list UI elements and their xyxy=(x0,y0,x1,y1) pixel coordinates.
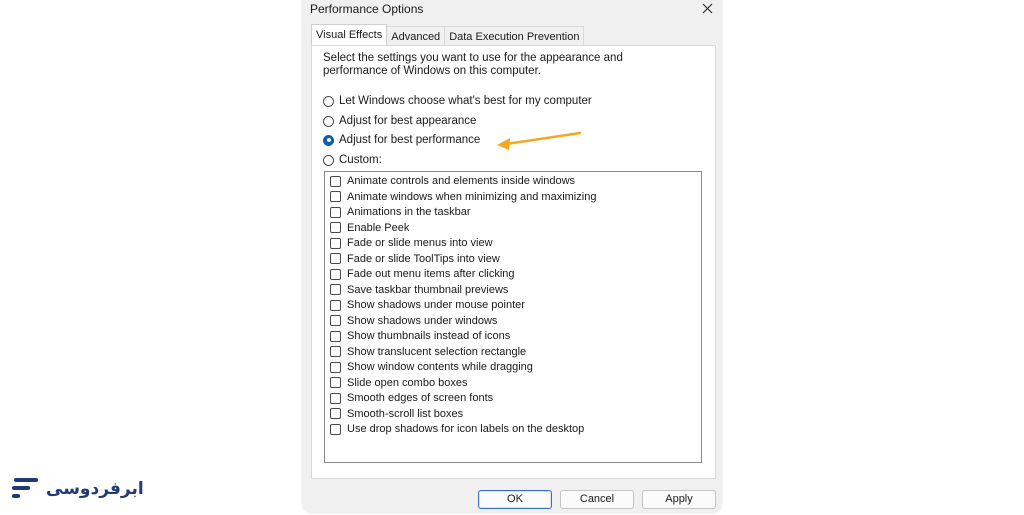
checkbox-label: Show window contents while dragging xyxy=(347,361,533,373)
checkbox-label: Animate controls and elements inside win… xyxy=(347,175,576,187)
list-item[interactable]: Slide open combo boxes xyxy=(330,376,467,390)
checkbox[interactable] xyxy=(330,408,341,419)
checkbox[interactable] xyxy=(330,315,341,326)
custom-effects-list[interactable]: Animate controls and elements inside win… xyxy=(324,171,702,463)
checkbox-label: Animate windows when minimizing and maxi… xyxy=(347,190,597,203)
checkbox[interactable] xyxy=(330,423,341,435)
checkbox-label: Show translucent selection rectangle xyxy=(347,345,527,358)
radio-button[interactable] xyxy=(323,95,334,107)
checkbox[interactable] xyxy=(330,284,341,295)
list-item[interactable]: Show window contents while dragging xyxy=(330,360,533,374)
list-item[interactable]: Show shadows under mouse pointer xyxy=(330,298,525,312)
checkbox[interactable] xyxy=(330,237,341,249)
list-item[interactable]: Show shadows under windows xyxy=(330,314,497,328)
list-item[interactable]: Smooth-scroll list boxes xyxy=(330,407,463,421)
tab-data-execution-prevention[interactable]: Data Execution Prevention xyxy=(444,26,585,45)
list-item[interactable]: Save taskbar thumbnail previews xyxy=(330,283,508,297)
close-icon[interactable] xyxy=(699,0,715,16)
list-item[interactable]: Show thumbnails instead of icons xyxy=(330,329,510,343)
radio-button[interactable] xyxy=(323,154,334,166)
radio-button-selected[interactable] xyxy=(323,134,334,146)
visual-effects-panel: Select the settings you want to use for … xyxy=(311,45,716,479)
radio-label: Adjust for best appearance xyxy=(339,115,477,127)
list-item[interactable]: Smooth edges of screen fonts xyxy=(330,391,493,405)
list-item[interactable]: Animate windows when minimizing and maxi… xyxy=(330,190,596,204)
radio-label: Custom: xyxy=(339,154,382,166)
list-item[interactable]: Show translucent selection rectangle xyxy=(330,345,526,359)
tab-strip: Visual Effects Advanced Data Execution P… xyxy=(311,24,585,46)
checkbox-label: Use drop shadows for icon labels on the … xyxy=(347,423,585,435)
brand-name: ابرفردوسی xyxy=(46,479,144,499)
checkbox-label: Animations in the taskbar xyxy=(347,206,471,218)
panel-description: Select the settings you want to use for … xyxy=(323,52,623,77)
list-item[interactable]: Fade or slide menus into view xyxy=(330,236,493,250)
checkbox-label: Save taskbar thumbnail previews xyxy=(347,283,509,296)
checkbox[interactable] xyxy=(330,330,341,342)
list-item[interactable]: Fade or slide ToolTips into view xyxy=(330,252,500,266)
brand-logo: ابرفردوسی xyxy=(10,474,144,504)
checkbox[interactable] xyxy=(330,299,341,311)
radio-label: Let Windows choose what's best for my co… xyxy=(339,95,592,107)
radio-let-windows-choose[interactable]: Let Windows choose what's best for my co… xyxy=(323,93,592,109)
checkbox-label: Fade or slide menus into view xyxy=(347,237,493,249)
performance-options-dialog: Performance Options Visual Effects Advan… xyxy=(303,0,721,512)
checkbox-label: Smooth edges of screen fonts xyxy=(347,392,494,404)
checkbox-label: Fade out menu items after clicking xyxy=(347,268,515,280)
list-item[interactable]: Use drop shadows for icon labels on the … xyxy=(330,422,584,436)
checkbox[interactable] xyxy=(330,346,341,357)
list-item[interactable]: Fade out menu items after clicking xyxy=(330,267,515,281)
apply-button[interactable]: Apply xyxy=(642,490,716,509)
checkbox[interactable] xyxy=(330,222,341,233)
brand-lines-icon xyxy=(12,478,38,498)
checkbox-label: Show thumbnails instead of icons xyxy=(347,330,511,342)
radio-label: Adjust for best performance xyxy=(339,134,481,146)
radio-button[interactable] xyxy=(323,115,334,127)
tab-visual-effects[interactable]: Visual Effects xyxy=(311,24,388,45)
list-item[interactable]: Animate controls and elements inside win… xyxy=(330,174,575,188)
checkbox-label: Smooth-scroll list boxes xyxy=(347,407,464,420)
radio-best-appearance[interactable]: Adjust for best appearance xyxy=(323,113,476,129)
checkbox[interactable] xyxy=(330,361,341,373)
screenshot-stage: Performance Options Visual Effects Advan… xyxy=(0,0,1024,515)
window-title: Performance Options xyxy=(310,2,424,16)
checkbox-label: Show shadows under windows xyxy=(347,314,498,327)
annotation-arrow-icon xyxy=(497,131,582,150)
checkbox[interactable] xyxy=(330,377,341,388)
checkbox[interactable] xyxy=(330,392,341,404)
checkbox-label: Fade or slide ToolTips into view xyxy=(347,252,500,265)
checkbox[interactable] xyxy=(330,206,341,218)
checkbox-label: Show shadows under mouse pointer xyxy=(347,299,525,311)
checkbox-label: Enable Peek xyxy=(347,221,410,234)
tab-advanced[interactable]: Advanced xyxy=(386,26,446,45)
checkbox[interactable] xyxy=(330,175,341,187)
list-item[interactable]: Enable Peek xyxy=(330,221,409,235)
checkbox[interactable] xyxy=(330,253,341,264)
radio-custom[interactable]: Custom: xyxy=(323,152,382,168)
checkbox[interactable] xyxy=(330,268,341,280)
radio-best-performance[interactable]: Adjust for best performance xyxy=(323,132,480,148)
cancel-button[interactable]: Cancel xyxy=(560,490,634,509)
ok-button[interactable]: OK xyxy=(478,490,552,509)
list-item[interactable]: Animations in the taskbar xyxy=(330,205,471,219)
checkbox[interactable] xyxy=(330,191,341,202)
checkbox-label: Slide open combo boxes xyxy=(347,376,468,389)
